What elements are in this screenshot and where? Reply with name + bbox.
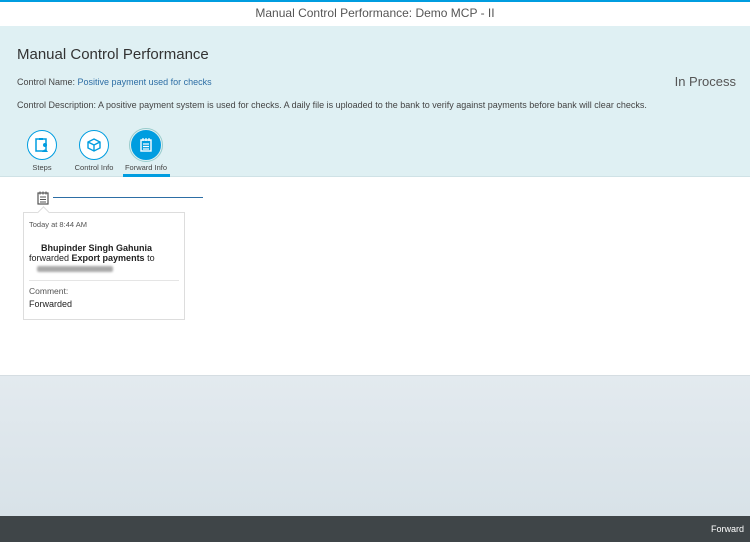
tab-control-info[interactable]: Control Info [68, 130, 120, 172]
page-background [0, 375, 750, 516]
object-header: Manual Control Performance Control Name:… [0, 26, 750, 177]
window-title: Manual Control Performance: Demo MCP - I… [255, 6, 495, 20]
steps-icon [27, 130, 57, 160]
entry-time: Today at 8:44 AM [29, 220, 87, 229]
timeline-entry: Today at 8:44 AM Bhupinder Singh Gahunia… [23, 212, 185, 320]
forward-button[interactable]: Forward [711, 524, 744, 534]
tab-steps[interactable]: Steps [16, 130, 68, 172]
control-name-value: Positive payment used for checks [77, 77, 212, 87]
timeline-line [53, 197, 203, 198]
notepad-icon [129, 128, 163, 162]
comment-label: Comment: [29, 286, 69, 296]
window-title-bar: Manual Control Performance: Demo MCP - I… [0, 0, 750, 26]
control-description: Control Description: A positive payment … [17, 100, 647, 110]
control-name: Control Name: Positive payment used for … [17, 77, 212, 87]
active-tab-indicator [123, 174, 170, 177]
footer-toolbar: Forward [0, 516, 750, 542]
page-title: Manual Control Performance [17, 46, 209, 63]
tab-forward-info[interactable]: Forward Info [120, 128, 172, 172]
entry-user[interactable]: Bhupinder Singh Gahunia [41, 243, 152, 253]
entry-message: Bhupinder Singh Gahunia forwarded Export… [29, 243, 179, 272]
status-text: In Process [674, 74, 736, 89]
divider [29, 280, 179, 281]
box-icon [79, 130, 109, 160]
redacted-recipient [37, 266, 113, 272]
comment-value: Forwarded [29, 299, 73, 309]
